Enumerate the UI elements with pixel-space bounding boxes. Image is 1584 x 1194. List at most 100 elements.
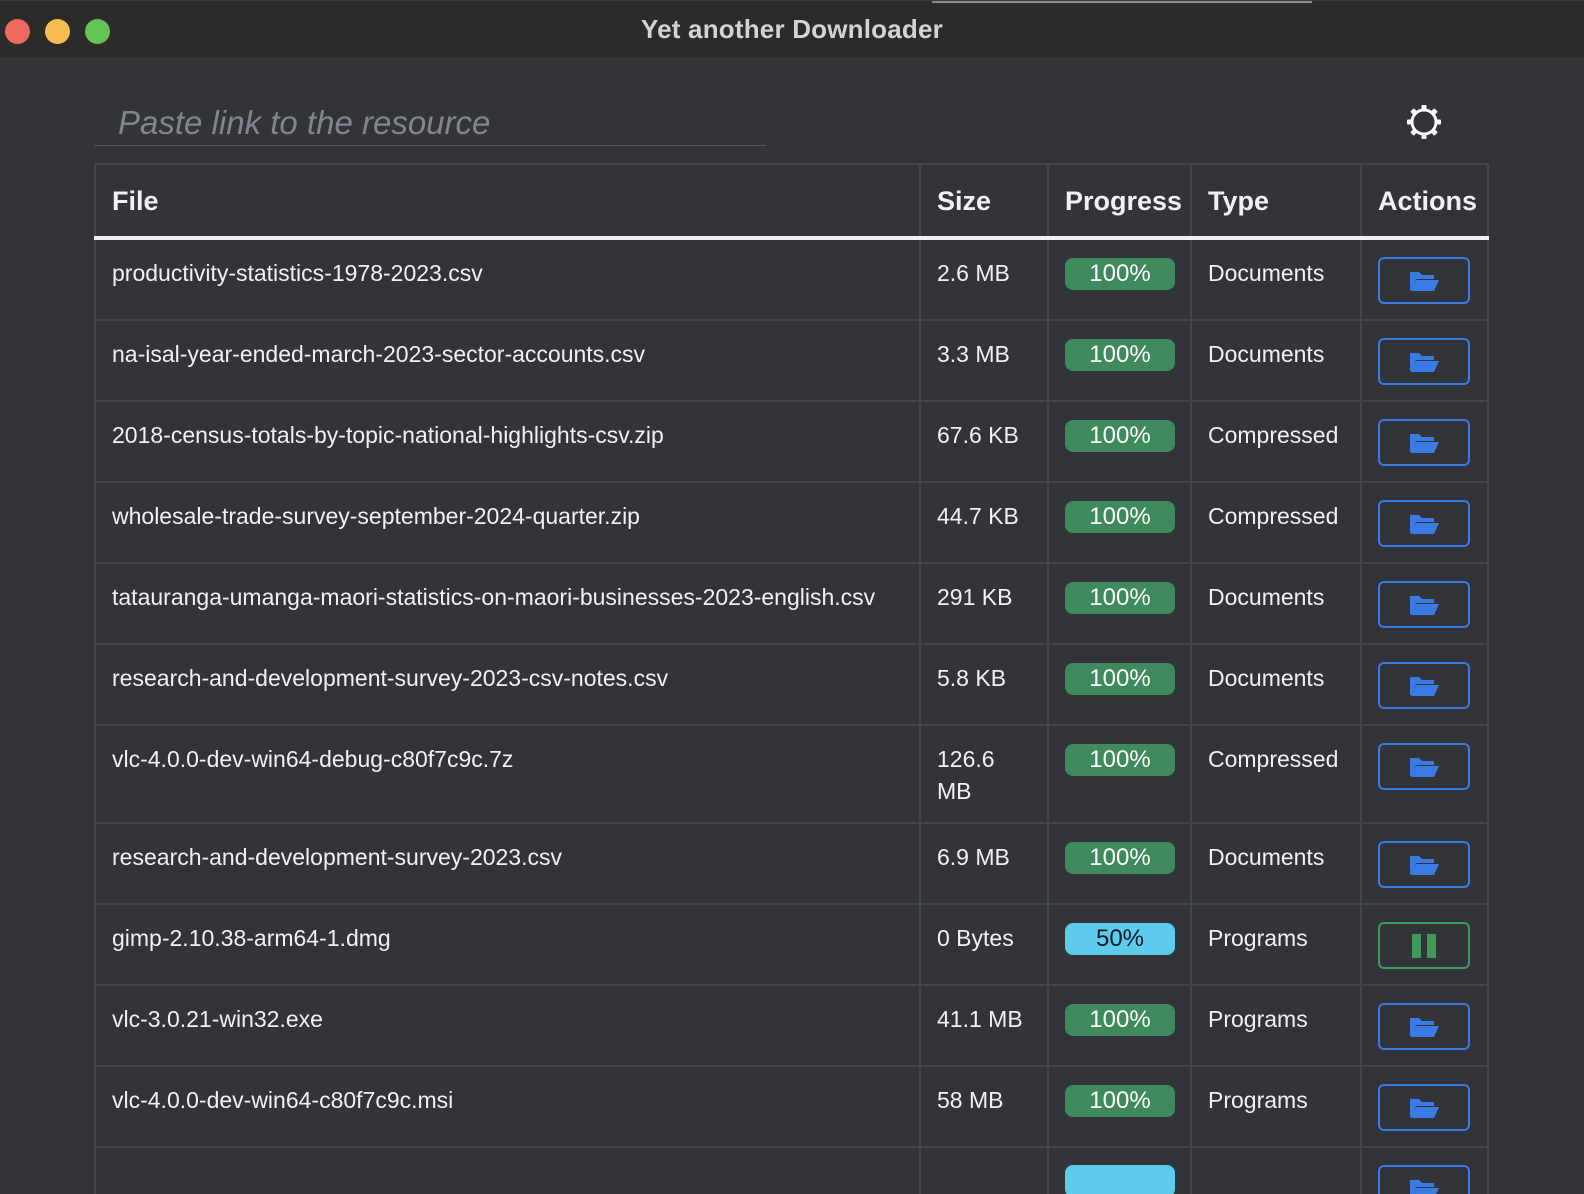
progress-badge: 100% <box>1065 420 1175 452</box>
file-size-cell: 44.7 KB <box>919 481 1049 564</box>
file-size-cell: 6.9 MB <box>919 822 1049 905</box>
file-type-cell: Documents <box>1190 822 1362 905</box>
open-folder-icon <box>1410 352 1439 372</box>
actions-cell <box>1360 400 1489 483</box>
table-row[interactable]: vlc-3.0.21-win32.exe 41.1 MB 100% Programs <box>94 984 1489 1067</box>
settings-button[interactable] <box>1404 102 1444 142</box>
file-size-cell: 41.1 MB <box>919 984 1049 1067</box>
actions-cell <box>1360 643 1489 726</box>
table-row[interactable]: na-isal-year-ended-march-2023-sector-acc… <box>94 319 1489 402</box>
file-type-cell: Programs <box>1190 1065 1362 1148</box>
progress-cell <box>1047 1146 1192 1194</box>
file-name-cell <box>94 1146 921 1194</box>
open-folder-icon <box>1410 855 1439 875</box>
table-row[interactable]: vlc-4.0.0-dev-win64-c80f7c9c.msi 58 MB 100… <box>94 1065 1489 1148</box>
progress-badge: 100% <box>1065 258 1175 290</box>
file-name-cell: tatauranga-umanga-maori-statistics-on-ma… <box>94 562 921 645</box>
open-folder-button[interactable] <box>1378 419 1470 466</box>
progress-badge: 50% <box>1065 923 1175 955</box>
progress-badge: 100% <box>1065 339 1175 371</box>
progress-cell: 100% <box>1047 481 1192 564</box>
file-name-cell: productivity-statistics-1978-2023.csv <box>94 237 921 321</box>
downloads-table-container: File Size Progress Type Actions producti… <box>94 163 1489 1194</box>
file-name-cell: wholesale-trade-survey-september-2024-qu… <box>94 481 921 564</box>
file-size-cell: 5.8 KB <box>919 643 1049 726</box>
file-name-cell: gimp-2.10.38-arm64-1.dmg <box>94 903 921 986</box>
actions-cell <box>1360 822 1489 905</box>
open-folder-icon <box>1410 1098 1439 1118</box>
file-name-cell: research-and-development-survey-2023.csv <box>94 822 921 905</box>
open-folder-icon <box>1410 1179 1439 1194</box>
file-size-cell: 58 MB <box>919 1065 1049 1148</box>
file-name-cell: 2018-census-totals-by-topic-national-hig… <box>94 400 921 483</box>
progress-badge: 100% <box>1065 1004 1175 1036</box>
open-folder-button[interactable] <box>1378 500 1470 547</box>
column-header-type[interactable]: Type <box>1190 163 1362 240</box>
table-row[interactable]: research-and-development-survey-2023-csv… <box>94 643 1489 726</box>
progress-cell: 100% <box>1047 319 1192 402</box>
file-name-cell: vlc-4.0.0-dev-win64-c80f7c9c.msi <box>94 1065 921 1148</box>
progress-badge: 100% <box>1065 1085 1175 1117</box>
table-header-row: File Size Progress Type Actions <box>94 163 1489 240</box>
column-header-progress[interactable]: Progress <box>1047 163 1192 240</box>
open-folder-icon <box>1410 514 1439 534</box>
open-folder-button[interactable] <box>1378 1003 1470 1050</box>
progress-badge: 100% <box>1065 501 1175 533</box>
file-name-cell: vlc-4.0.0-dev-win64-debug-c80f7c9c.7z <box>94 724 921 824</box>
gear-icon <box>1407 105 1441 139</box>
column-header-file[interactable]: File <box>94 163 921 240</box>
progress-badge: 100% <box>1065 582 1175 614</box>
actions-cell <box>1360 562 1489 645</box>
open-folder-icon <box>1410 433 1439 453</box>
actions-cell <box>1360 984 1489 1067</box>
table-row[interactable]: gimp-2.10.38-arm64-1.dmg 0 Bytes 50% Progra… <box>94 903 1489 986</box>
pause-icon <box>1412 933 1436 958</box>
open-folder-button[interactable] <box>1378 581 1470 628</box>
column-header-actions[interactable]: Actions <box>1360 163 1489 240</box>
progress-cell: 100% <box>1047 562 1192 645</box>
app-window: Yet another Downloader Paste link to the… <box>0 0 1584 1194</box>
open-folder-icon <box>1410 271 1439 291</box>
file-type-cell: Compressed <box>1190 400 1362 483</box>
open-folder-icon <box>1410 757 1439 777</box>
progress-cell: 100% <box>1047 984 1192 1067</box>
link-input[interactable] <box>94 100 766 146</box>
file-name-cell: na-isal-year-ended-march-2023-sector-acc… <box>94 319 921 402</box>
file-size-cell: 2.6 MB <box>919 237 1049 321</box>
table-row[interactable]: wholesale-trade-survey-september-2024-qu… <box>94 481 1489 564</box>
open-folder-button[interactable] <box>1378 743 1470 790</box>
table-row[interactable]: vlc-4.0.0-dev-win64-debug-c80f7c9c.7z 126… <box>94 724 1489 824</box>
progress-cell: 100% <box>1047 237 1192 321</box>
table-row[interactable]: research-and-development-survey-2023.csv… <box>94 822 1489 905</box>
open-folder-button[interactable] <box>1378 1084 1470 1131</box>
file-type-cell: Documents <box>1190 319 1362 402</box>
file-size-cell <box>919 1146 1049 1194</box>
open-folder-button[interactable] <box>1378 662 1470 709</box>
window-title: Yet another Downloader <box>640 14 943 44</box>
table-row[interactable]: 2018-census-totals-by-topic-national-hig… <box>94 400 1489 483</box>
file-name-cell: vlc-3.0.21-win32.exe <box>94 984 921 1067</box>
open-folder-button[interactable] <box>1378 338 1470 385</box>
file-size-cell: 126.6 MB <box>919 724 1049 824</box>
progress-cell: 100% <box>1047 400 1192 483</box>
progress-cell: 100% <box>1047 822 1192 905</box>
open-folder-button[interactable] <box>1378 257 1470 304</box>
open-folder-button[interactable] <box>1378 841 1470 888</box>
file-type-cell: Compressed <box>1190 724 1362 824</box>
progress-badge: 100% <box>1065 663 1175 695</box>
table-row[interactable]: productivity-statistics-1978-2023.csv 2.6… <box>94 237 1489 321</box>
file-type-cell: Compressed <box>1190 481 1362 564</box>
pause-download-button[interactable] <box>1378 922 1470 969</box>
table-row[interactable] <box>94 1146 1489 1194</box>
open-folder-button[interactable] <box>1378 1165 1470 1194</box>
file-type-cell: Documents <box>1190 237 1362 321</box>
progress-cell: 100% <box>1047 724 1192 824</box>
open-folder-icon <box>1410 595 1439 615</box>
actions-cell <box>1360 319 1489 402</box>
progress-cell: 50% <box>1047 903 1192 986</box>
table-row[interactable]: tatauranga-umanga-maori-statistics-on-ma… <box>94 562 1489 645</box>
downloads-table: File Size Progress Type Actions producti… <box>94 163 1489 1194</box>
column-header-size[interactable]: Size <box>919 163 1049 240</box>
file-name-cell: research-and-development-survey-2023-csv… <box>94 643 921 726</box>
progress-badge: 100% <box>1065 842 1175 874</box>
